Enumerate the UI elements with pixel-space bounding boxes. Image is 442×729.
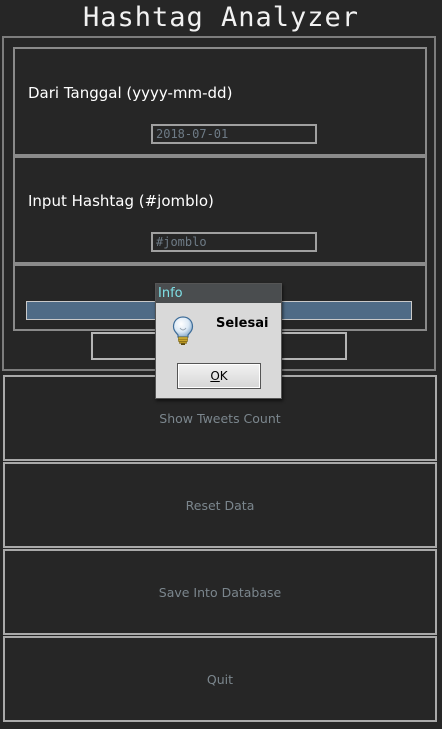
ok-mnemonic: O <box>210 369 220 383</box>
date-input[interactable] <box>151 124 317 144</box>
hashtag-label: Input Hashtag (#jomblo) <box>28 192 214 210</box>
info-dialog: Info Selesai OK <box>155 283 282 399</box>
hashtag-panel: Input Hashtag (#jomblo) <box>13 156 427 264</box>
app-title: Hashtag Analyzer <box>82 2 360 33</box>
reset-data-button[interactable]: Reset Data <box>3 462 437 548</box>
lightbulb-icon <box>172 316 194 346</box>
ok-label-rest: K <box>219 369 228 383</box>
hashtag-input[interactable] <box>151 232 317 252</box>
date-label: Dari Tanggal (yyyy-mm-dd) <box>28 84 233 102</box>
save-into-database-button[interactable]: Save Into Database <box>3 549 437 635</box>
date-panel: Dari Tanggal (yyyy-mm-dd) <box>13 47 427 156</box>
dialog-title[interactable]: Info <box>156 284 281 303</box>
ok-button[interactable]: OK <box>177 363 261 389</box>
quit-button[interactable]: Quit <box>3 636 437 722</box>
dialog-message: Selesai <box>216 316 269 331</box>
